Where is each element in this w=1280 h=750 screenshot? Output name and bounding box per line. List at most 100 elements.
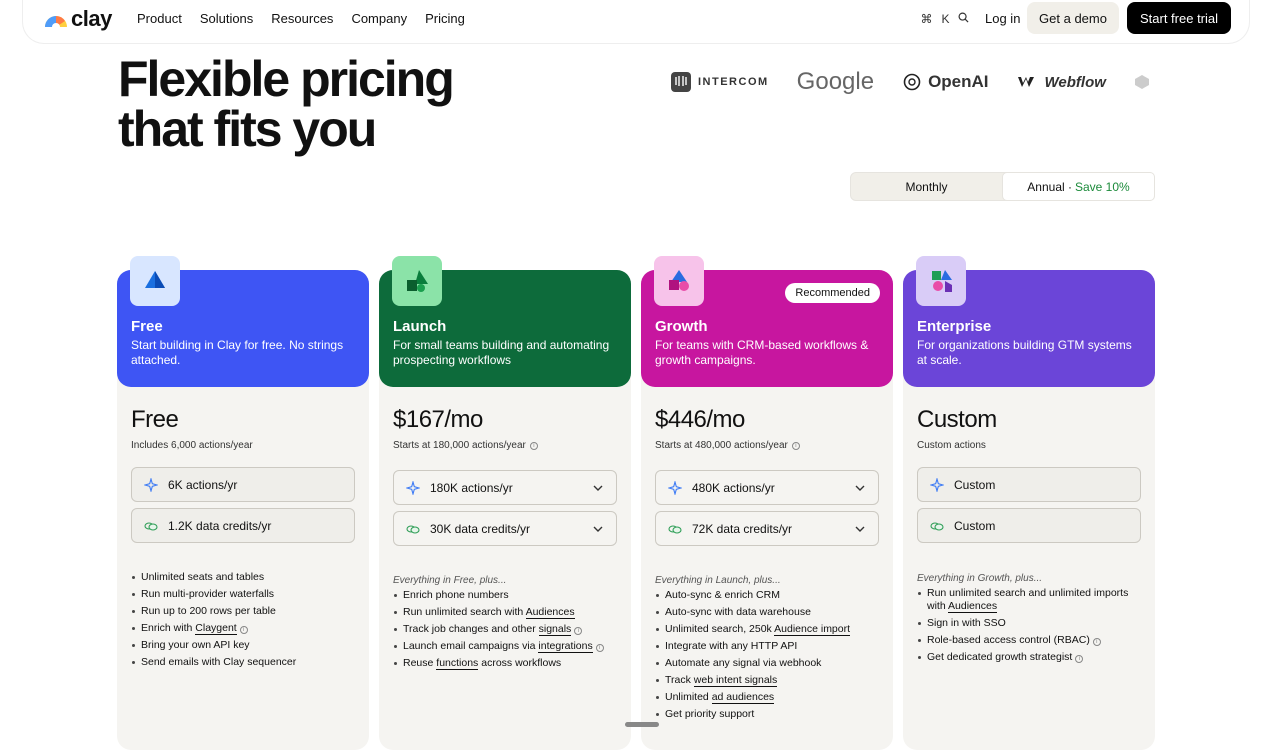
nav-company[interactable]: Company <box>351 11 407 26</box>
start-free-trial-button[interactable]: Start free trial <box>1127 2 1231 34</box>
feature-item: Track job changes and other signals i <box>393 623 621 636</box>
command-key: ⌘ <box>920 12 933 26</box>
scroll-indicator[interactable] <box>625 722 659 727</box>
feature-item: Track web intent signals <box>655 674 883 687</box>
plan-name: Enterprise <box>917 318 992 335</box>
billing-toggle: Monthly Annual · Save 10% <box>850 172 1155 201</box>
plan-price: $167/mo <box>393 406 483 433</box>
web-intent-signals-link[interactable]: web intent signals <box>693 674 778 687</box>
feature-list: Run unlimited search and unlimited impor… <box>917 587 1145 668</box>
plan-name: Launch <box>393 318 447 335</box>
nav-solutions[interactable]: Solutions <box>200 11 253 26</box>
audience-import-link[interactable]: Audience import <box>774 623 851 636</box>
plan-price-sub: Starts at 480,000 actions/year i <box>655 440 800 451</box>
recommended-badge: Recommended <box>785 283 880 303</box>
save-badge: Save 10% <box>1075 179 1130 194</box>
openai-icon <box>903 73 921 91</box>
login-link[interactable]: Log in <box>985 11 1020 26</box>
plan-header: Launch For small teams building and auto… <box>379 256 631 387</box>
actions-select[interactable]: 180K actions/yr <box>393 470 617 505</box>
feature-item: Auto-sync & enrich CRM <box>655 589 883 602</box>
audiences-link[interactable]: Audiences <box>525 606 575 619</box>
integrations-link[interactable]: integrations <box>538 640 593 653</box>
free-plan-icon <box>130 256 180 306</box>
k-key: K <box>941 12 950 26</box>
coins-icon <box>144 519 158 533</box>
openai-logo: OpenAI <box>902 72 989 92</box>
plan-card-enterprise: Enterprise For organizations building GT… <box>903 256 1155 750</box>
info-icon: i <box>1092 638 1101 646</box>
growth-plan-icon <box>654 256 704 306</box>
plan-price-sub: Starts at 180,000 actions/year i <box>393 440 538 451</box>
feature-intro: Everything in Free, plus... <box>393 575 507 586</box>
clay-logo-text: clay <box>71 6 112 31</box>
feature-intro: Everything in Growth, plus... <box>917 573 1043 584</box>
monthly-option[interactable]: Monthly <box>851 173 1002 200</box>
info-icon: i <box>239 626 248 634</box>
plan-description: Start building in Clay for free. No stri… <box>131 338 344 367</box>
feature-item: Launch email campaigns via integrations … <box>393 640 621 653</box>
ad-audiences-link[interactable]: ad audiences <box>711 691 775 704</box>
nav-product[interactable]: Product <box>137 11 182 26</box>
annual-option[interactable]: Annual · Save 10% <box>1002 172 1155 201</box>
feature-item: Get dedicated growth strategist i <box>917 651 1145 664</box>
enterprise-plan-icon <box>916 256 966 306</box>
credits-field: 1.2K data credits/yr <box>131 508 355 543</box>
info-icon[interactable]: i <box>529 441 538 450</box>
feature-item: Run unlimited search and unlimited impor… <box>917 587 1145 613</box>
webflow-logo: Webflow <box>1017 74 1106 91</box>
coins-icon <box>668 522 682 536</box>
info-icon[interactable]: i <box>791 441 800 450</box>
plan-price-sub: Includes 6,000 actions/year <box>131 440 253 451</box>
search-shortcut[interactable]: ⌘ K <box>916 6 974 32</box>
feature-item: Run unlimited search with Audiences <box>393 606 621 619</box>
info-icon: i <box>574 627 583 635</box>
functions-link[interactable]: functions <box>436 657 479 670</box>
plan-price-sub: Custom actions <box>917 440 986 451</box>
clay-logo[interactable]: clay <box>43 6 112 32</box>
nav-pricing[interactable]: Pricing <box>425 11 465 26</box>
feature-list: Unlimited seats and tables Run multi-pro… <box>131 571 359 673</box>
plan-name: Free <box>131 318 163 335</box>
feature-item: Unlimited ad audiences <box>655 691 883 704</box>
signals-link[interactable]: signals <box>538 623 572 636</box>
feature-item: Enrich phone numbers <box>393 589 621 602</box>
claygent-link[interactable]: Claygent <box>195 622 237 635</box>
feature-list: Enrich phone numbers Run unlimited searc… <box>393 589 621 674</box>
credits-select[interactable]: 30K data credits/yr <box>393 511 617 546</box>
feature-item: Get priority support <box>655 708 883 721</box>
credits-field: Custom <box>917 508 1141 543</box>
nav-resources[interactable]: Resources <box>271 11 333 26</box>
plan-header: Recommended Growth For teams with CRM-ba… <box>641 256 893 387</box>
customer-logos: INTERCOM Google OpenAI Webflow CL <box>670 68 1156 96</box>
chevron-down-icon <box>855 526 865 532</box>
credits-select[interactable]: 72K data credits/yr <box>655 511 879 546</box>
plan-price: Custom <box>917 406 997 433</box>
intercom-logo: INTERCOM <box>670 71 769 93</box>
sparkle-icon <box>406 480 420 495</box>
google-logo: Google <box>796 68 875 95</box>
feature-item: Run up to 200 rows per table <box>131 605 359 618</box>
launch-plan-icon <box>392 256 442 306</box>
feature-item: Unlimited seats and tables <box>131 571 359 584</box>
plan-description: For small teams building and automating … <box>393 338 610 367</box>
feature-item: Enrich with Claygent i <box>131 622 359 635</box>
feature-item: Auto-sync with data warehouse <box>655 606 883 619</box>
feature-item: Unlimited search, 250k Audience import <box>655 623 883 636</box>
feature-item: Automate any signal via webhook <box>655 657 883 670</box>
get-demo-button[interactable]: Get a demo <box>1027 2 1119 34</box>
actions-select[interactable]: 480K actions/yr <box>655 470 879 505</box>
search-icon <box>958 12 969 26</box>
top-navbar: clay Product Solutions Resources Company… <box>22 0 1250 44</box>
plan-name: Growth <box>655 318 708 335</box>
partial-logo: CL <box>1134 74 1156 91</box>
chevron-down-icon <box>593 485 603 491</box>
info-icon: i <box>1075 655 1084 663</box>
clay-logo-mark-icon <box>43 9 69 31</box>
feature-item: Send emails with Clay sequencer <box>131 656 359 669</box>
main-nav-links: Product Solutions Resources Company Pric… <box>137 11 465 26</box>
audiences-link[interactable]: Audiences <box>948 600 998 613</box>
intercom-icon <box>671 72 691 92</box>
feature-item: Run multi-provider waterfalls <box>131 588 359 601</box>
plan-price: Free <box>131 406 179 433</box>
